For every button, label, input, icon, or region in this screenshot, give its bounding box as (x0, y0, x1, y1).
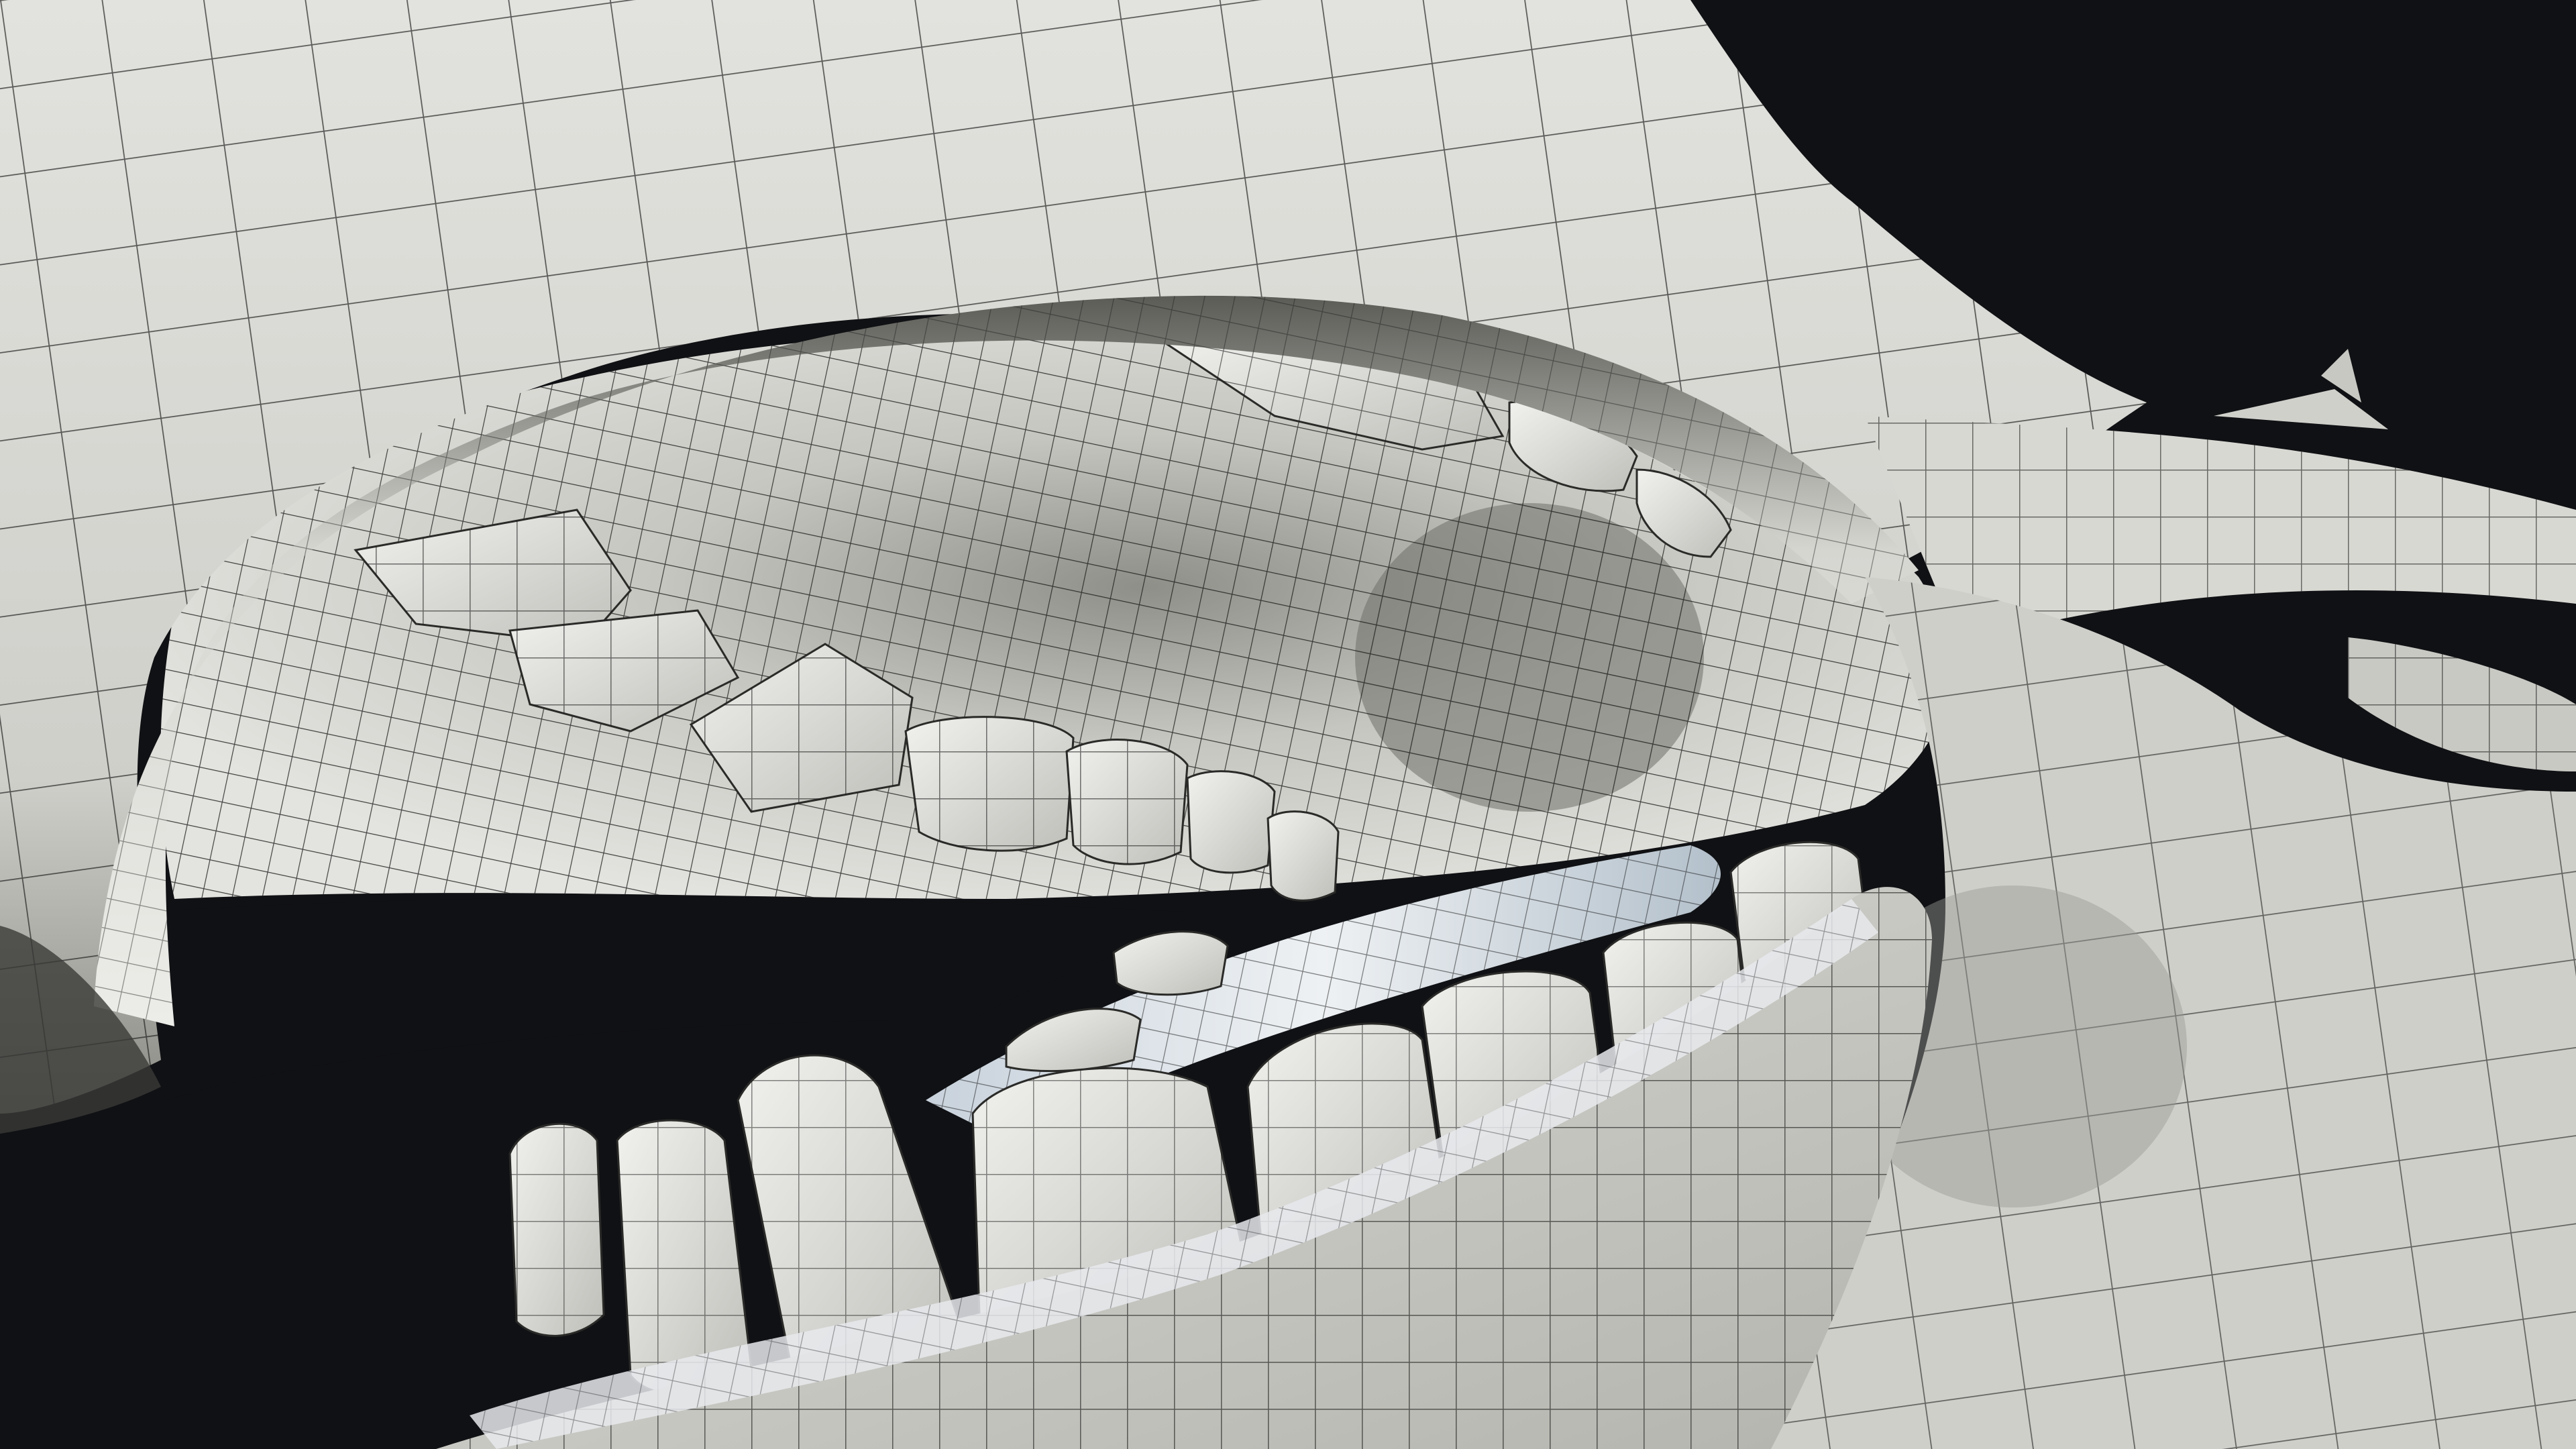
render-viewport (0, 0, 2576, 1449)
render-canvas (0, 0, 2576, 1449)
upper-tooth-7 (1267, 810, 1340, 902)
upper-tooth-6 (1186, 770, 1276, 874)
